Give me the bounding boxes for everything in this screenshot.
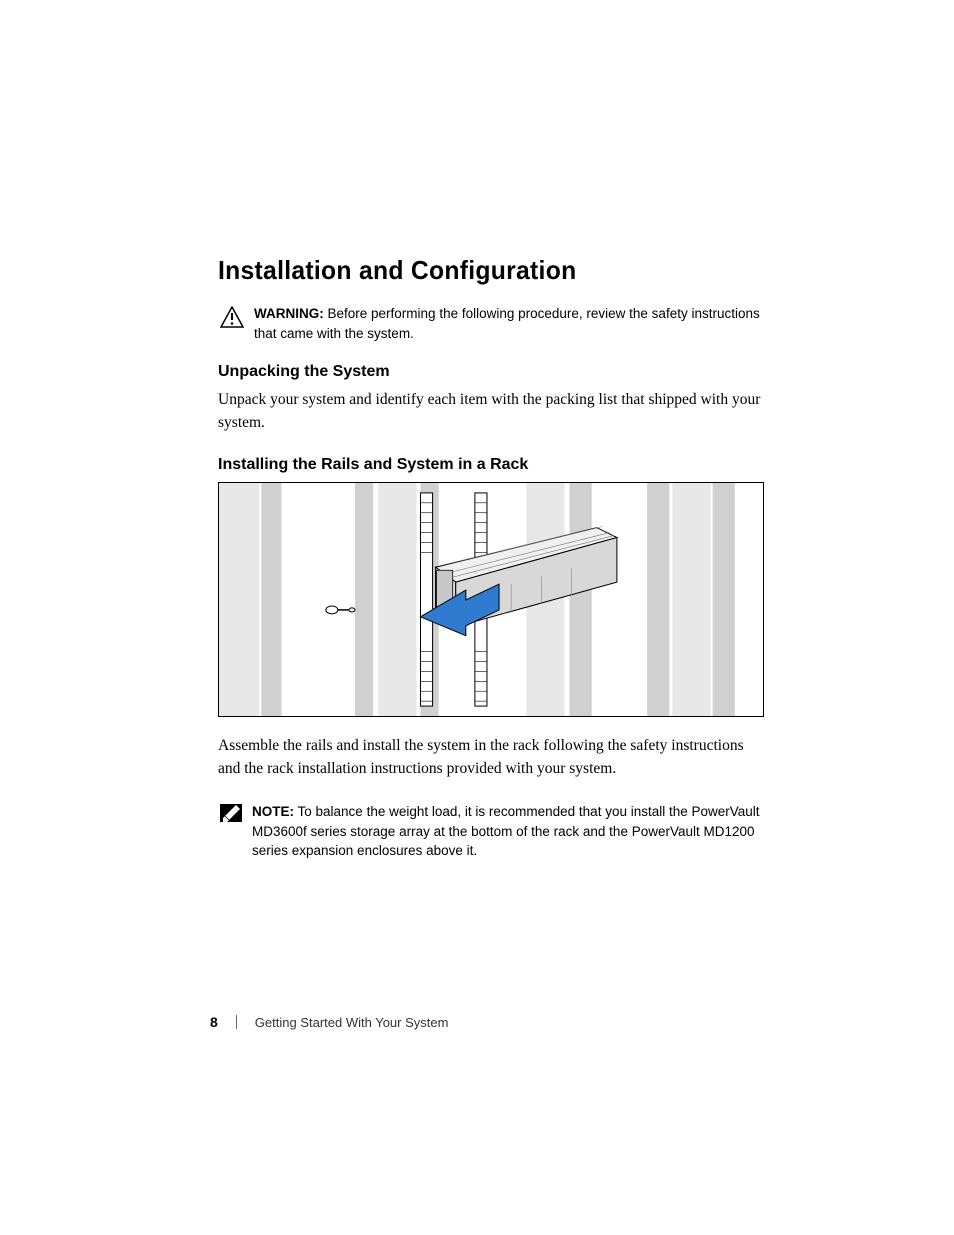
warning-block: WARNING: Before performing the following…	[218, 304, 764, 343]
footer-separator	[236, 1015, 237, 1029]
footer-title: Getting Started With Your System	[255, 1015, 449, 1030]
rack-installation-figure	[218, 482, 764, 717]
section-heading-unpacking: Unpacking the System	[218, 363, 764, 381]
warning-body: Before performing the following procedur…	[254, 306, 760, 341]
note-label: NOTE:	[252, 804, 294, 819]
note-block: NOTE: To balance the weight load, it is …	[218, 802, 764, 861]
note-pencil-icon	[220, 804, 242, 822]
section-body-installing: Assemble the rails and install the syste…	[218, 735, 764, 780]
section-body-unpacking: Unpack your system and identify each ite…	[218, 389, 764, 434]
warning-label: WARNING:	[254, 306, 324, 321]
section-heading-installing: Installing the Rails and System in a Rac…	[218, 456, 764, 474]
note-text: NOTE: To balance the weight load, it is …	[252, 802, 764, 861]
note-body: To balance the weight load, it is recomm…	[252, 804, 760, 858]
page-heading: Installation and Configuration	[218, 255, 737, 286]
warning-triangle-icon	[220, 306, 244, 328]
warning-text: WARNING: Before performing the following…	[254, 304, 764, 343]
page-number: 8	[210, 1014, 218, 1030]
page-footer: 8 Getting Started With Your System	[210, 1014, 448, 1030]
